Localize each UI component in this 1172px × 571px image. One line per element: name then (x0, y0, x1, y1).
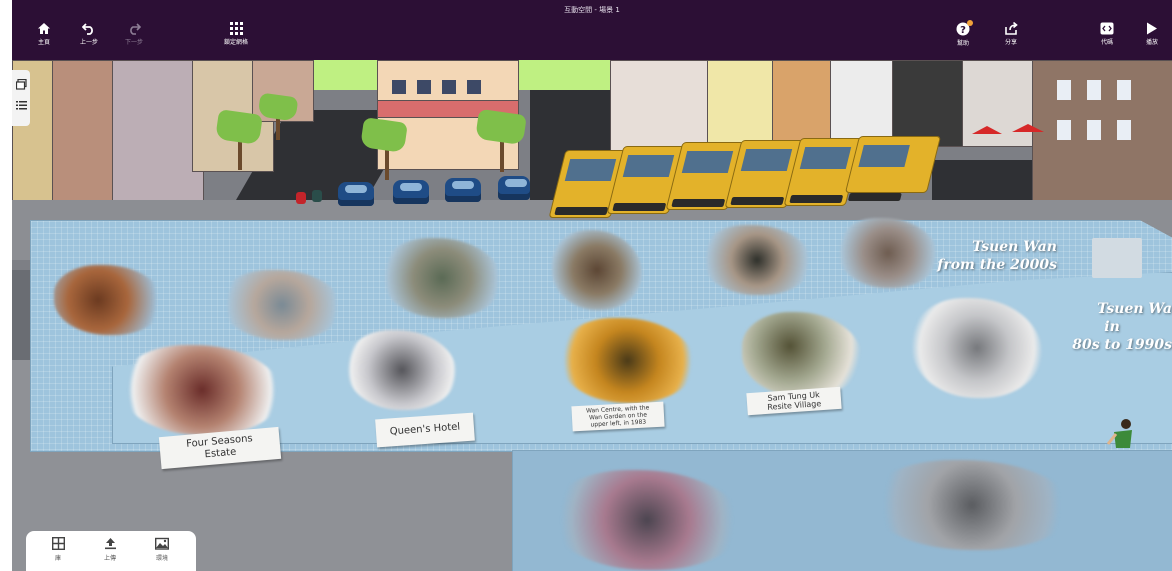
redo-icon (130, 23, 141, 35)
window (417, 80, 431, 94)
home-button[interactable]: 主頁 (24, 22, 64, 46)
car (393, 180, 429, 204)
upload-label: 上傳 (103, 555, 116, 562)
wall-title-1980s: Tsuen Wa in 80s to 1990s (1052, 300, 1172, 354)
wall-title-line: Tsuen Wa (1097, 301, 1172, 317)
library-label: 庫 (54, 555, 61, 562)
window (1117, 120, 1131, 140)
environment-label: 環境 (155, 555, 168, 562)
svg-text:?: ? (960, 25, 966, 36)
wall-title-2000s: Tsuen Wan from the 2000s (937, 238, 1057, 274)
3d-scene-canvas[interactable]: Tsuen Wan from the 2000s Tsuen Wa in 80s… (12, 60, 1172, 571)
undo-icon (82, 23, 93, 35)
wall-title-line: in (1104, 319, 1120, 335)
document-title: 互動空間 - 場景 1 (564, 6, 620, 14)
share-icon (1005, 22, 1018, 35)
undo-button[interactable]: 上一步 (69, 22, 109, 46)
motorbike (312, 190, 322, 202)
code-icon (1100, 22, 1114, 35)
redo-button[interactable]: 下一步 (114, 22, 154, 46)
person-figure-icon (1106, 419, 1132, 448)
wall-title-line: Tsuen Wan (972, 239, 1057, 255)
list-icon[interactable] (15, 100, 27, 110)
help-button[interactable]: ? 幫助 (943, 20, 983, 47)
building (892, 60, 964, 147)
car (498, 176, 530, 200)
motorbike (296, 192, 306, 204)
lock-grid-button[interactable]: 鎖定網格 (216, 22, 256, 46)
window (1057, 80, 1071, 100)
window (392, 80, 406, 94)
play-button[interactable]: 播放 (1132, 22, 1172, 46)
window (1117, 80, 1131, 100)
left-tool-panel (12, 70, 30, 126)
code-button[interactable]: 代碼 (1087, 22, 1127, 46)
car (445, 178, 481, 202)
caption-wan-centre[interactable]: Wan Centre, with the Wan Garden on the u… (571, 401, 665, 432)
wall-title-line: 80s to 1990s (1072, 337, 1172, 353)
play-label: 播放 (1145, 39, 1158, 46)
app-window: 互動空間 - 場景 1 主頁 上一步 下一步 鎖定網格 ? 幫助 分享 代碼 播… (12, 0, 1172, 571)
window (467, 80, 481, 94)
grid-icon (229, 22, 243, 35)
window (1057, 120, 1071, 140)
environment-icon (155, 537, 169, 550)
bottom-toolbar: 庫 上傳 環境 (26, 531, 196, 571)
lock-grid-label: 鎖定網格 (223, 39, 248, 46)
code-label: 代碼 (1100, 39, 1113, 46)
notification-dot (967, 20, 973, 26)
layers-icon[interactable] (15, 79, 27, 90)
car (338, 182, 374, 206)
exhibit-photo[interactable] (1092, 238, 1142, 278)
top-toolbar: 互動空間 - 場景 1 主頁 上一步 下一步 鎖定網格 ? 幫助 分享 代碼 播… (12, 0, 1172, 60)
play-icon (1147, 22, 1157, 35)
wall-title-line: from the 2000s (937, 257, 1057, 273)
share-button[interactable]: 分享 (991, 22, 1031, 46)
home-icon (38, 23, 50, 34)
building (1032, 60, 1172, 212)
help-label: 幫助 (956, 40, 969, 47)
building (112, 60, 204, 212)
library-icon (51, 537, 65, 550)
window (1087, 80, 1101, 100)
caption-line: Queen's Hotel (389, 421, 461, 438)
visitor-avatar[interactable] (1102, 418, 1138, 458)
redo-label: 下一步 (124, 39, 143, 46)
upload-icon (104, 538, 116, 550)
share-label: 分享 (1004, 39, 1017, 46)
window (442, 80, 456, 94)
bus (844, 136, 942, 193)
environment-button[interactable]: 環境 (142, 537, 182, 562)
home-label: 主頁 (37, 39, 50, 46)
undo-label: 上一步 (79, 39, 98, 46)
library-button[interactable]: 庫 (38, 537, 78, 562)
window (1087, 120, 1101, 140)
upload-button[interactable]: 上傳 (90, 537, 130, 562)
